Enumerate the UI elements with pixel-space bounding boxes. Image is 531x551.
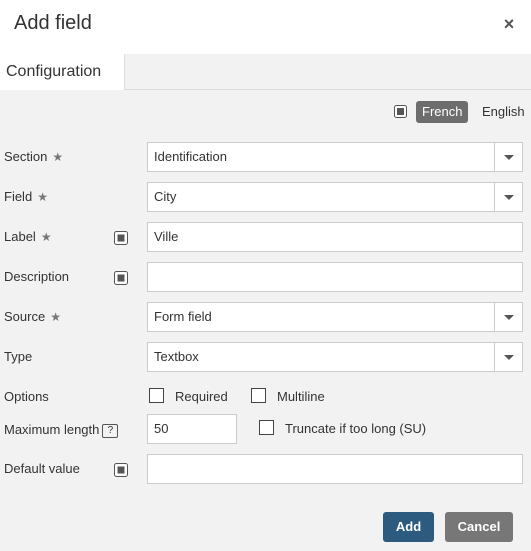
multiline-checkbox[interactable] xyxy=(251,388,266,403)
default-value-input[interactable] xyxy=(147,454,523,484)
section-select-value: Identification xyxy=(154,149,227,164)
cancel-button[interactable]: Cancel xyxy=(445,512,513,542)
chevron-down-icon[interactable] xyxy=(494,343,522,371)
language-english-button[interactable]: English xyxy=(476,101,531,123)
label-label: Label ★ xyxy=(4,227,52,247)
translate-icon[interactable] xyxy=(114,231,128,245)
required-star-icon: ★ xyxy=(37,190,48,204)
add-button[interactable]: Add xyxy=(383,512,434,542)
dialog-header: Add field × xyxy=(0,0,531,54)
chevron-down-icon[interactable] xyxy=(494,303,522,331)
description-input[interactable] xyxy=(147,262,523,292)
type-select-value: Textbox xyxy=(154,349,199,364)
translate-icon[interactable] xyxy=(114,271,128,285)
translate-icon xyxy=(394,105,407,118)
tab-configuration[interactable]: Configuration xyxy=(0,54,125,91)
max-length-input[interactable]: 50 xyxy=(147,414,237,444)
required-checkbox-label: Required xyxy=(175,389,228,404)
close-icon[interactable]: × xyxy=(501,14,517,34)
options-label: Options xyxy=(4,389,49,404)
description-label: Description xyxy=(4,269,70,284)
chevron-down-icon[interactable] xyxy=(494,183,522,211)
required-star-icon: ★ xyxy=(50,310,61,324)
type-select[interactable]: Textbox xyxy=(147,342,523,372)
section-label: Section ★ xyxy=(4,147,63,167)
field-label-text: Field xyxy=(4,189,33,204)
multiline-checkbox-label: Multiline xyxy=(277,389,325,404)
truncate-checkbox-label: Truncate if too long (SU) xyxy=(285,421,427,436)
dialog-title: Add field xyxy=(14,12,92,34)
translate-icon[interactable] xyxy=(114,463,128,477)
required-star-icon: ★ xyxy=(40,230,52,244)
section-select[interactable]: Identification xyxy=(147,142,523,172)
type-label: Type xyxy=(4,349,33,364)
truncate-checkbox[interactable] xyxy=(259,420,274,435)
field-label: Field ★ xyxy=(4,187,48,207)
max-length-label: Maximum length? xyxy=(4,420,119,440)
language-french-button[interactable]: French xyxy=(416,101,469,123)
help-icon[interactable]: ? xyxy=(102,423,119,438)
tab-bar: Configuration xyxy=(0,54,531,91)
default-value-label: Default value xyxy=(4,461,80,476)
required-star-icon: ★ xyxy=(52,150,64,164)
label-label-text: Label xyxy=(4,229,36,244)
required-checkbox[interactable] xyxy=(149,388,164,403)
label-input[interactable]: Ville xyxy=(147,222,523,252)
field-select-value: City xyxy=(154,189,177,204)
chevron-down-icon[interactable] xyxy=(494,143,522,171)
max-length-label-text: Maximum length xyxy=(4,422,100,437)
section-label-text: Section xyxy=(4,149,48,164)
source-label: Source ★ xyxy=(4,307,61,327)
source-select[interactable]: Form field xyxy=(147,302,523,332)
source-label-text: Source xyxy=(4,309,46,324)
source-select-value: Form field xyxy=(154,309,212,324)
field-select[interactable]: City xyxy=(147,182,523,212)
